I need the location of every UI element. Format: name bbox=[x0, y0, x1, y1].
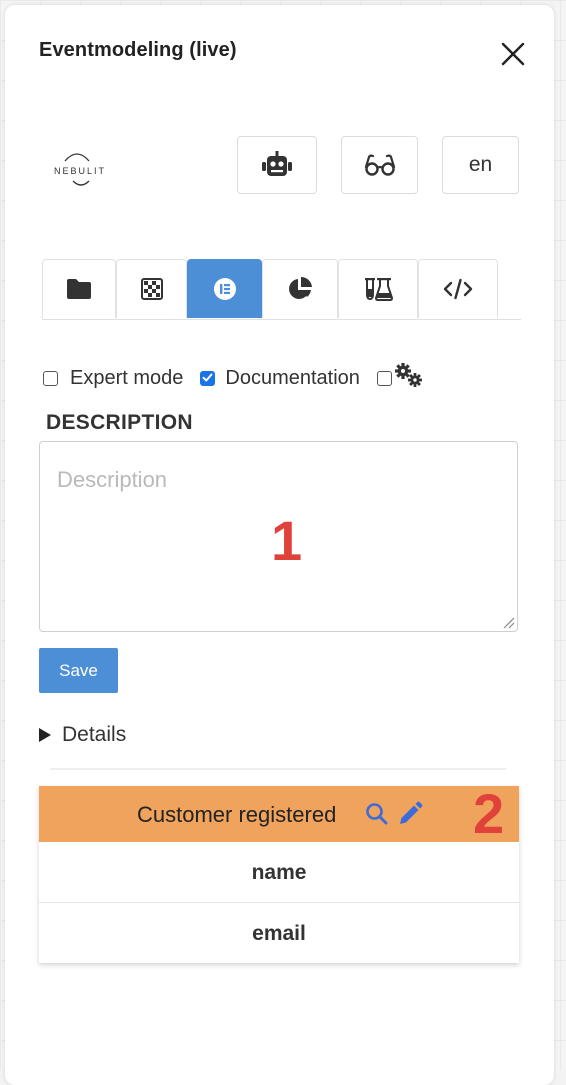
expert-mode-checkbox[interactable] bbox=[43, 371, 58, 386]
event-field-name: name bbox=[39, 843, 519, 903]
details-label: Details bbox=[62, 723, 126, 747]
documentation-label: Documentation bbox=[225, 367, 360, 390]
code-icon bbox=[442, 278, 474, 300]
tab-code[interactable] bbox=[418, 259, 498, 318]
flask-icon bbox=[363, 277, 393, 301]
tab-testing[interactable] bbox=[338, 259, 418, 318]
documentation-checkbox[interactable] bbox=[200, 371, 215, 386]
panel-title: Eventmodeling (live) bbox=[39, 39, 237, 62]
tab-analytics[interactable] bbox=[262, 259, 338, 318]
description-placeholder: Description bbox=[57, 467, 167, 493]
nebulit-logo: NEBULIT bbox=[47, 149, 113, 191]
tab-elementor[interactable] bbox=[187, 259, 262, 318]
resize-handle-icon[interactable] bbox=[501, 615, 515, 629]
event-card-header: Customer registered 2 bbox=[39, 786, 519, 842]
event-card: Customer registered 2 name email bbox=[39, 786, 519, 963]
gears-icon bbox=[393, 363, 425, 389]
options-row: Expert mode Documentation bbox=[43, 365, 425, 391]
side-panel: Eventmodeling (live) NEBULIT bbox=[5, 5, 554, 1085]
close-icon bbox=[498, 39, 528, 69]
folder-icon bbox=[66, 278, 92, 300]
checkmark-icon bbox=[200, 370, 215, 385]
divider bbox=[50, 768, 506, 770]
tab-checkerboard[interactable] bbox=[116, 259, 187, 318]
ai-assistant-button[interactable] bbox=[237, 136, 317, 194]
settings-checkbox[interactable] bbox=[377, 371, 392, 386]
search-icon[interactable] bbox=[365, 802, 389, 826]
tab-bar bbox=[42, 259, 521, 320]
event-title: Customer registered bbox=[137, 802, 336, 828]
pie-chart-icon bbox=[287, 276, 313, 302]
expert-mode-label: Expert mode bbox=[70, 367, 183, 390]
annotation-marker-2: 2 bbox=[473, 781, 504, 846]
tab-folder[interactable] bbox=[42, 259, 116, 318]
logo-text: NEBULIT bbox=[47, 166, 113, 176]
robot-icon bbox=[261, 151, 293, 179]
pencil-icon[interactable] bbox=[397, 801, 423, 827]
elementor-icon bbox=[213, 277, 237, 301]
close-button[interactable] bbox=[498, 39, 528, 69]
checkerboard-icon bbox=[141, 278, 163, 300]
save-button[interactable]: Save bbox=[39, 648, 118, 693]
description-heading: DESCRIPTION bbox=[46, 411, 193, 435]
glasses-icon bbox=[364, 154, 396, 176]
language-label: en bbox=[469, 153, 492, 177]
annotation-marker-1: 1 bbox=[271, 508, 302, 573]
event-field-email: email bbox=[39, 904, 519, 964]
details-toggle[interactable]: Details bbox=[39, 723, 126, 747]
language-button[interactable]: en bbox=[442, 136, 519, 194]
view-mode-button[interactable] bbox=[341, 136, 418, 194]
expand-triangle-icon bbox=[39, 728, 51, 742]
